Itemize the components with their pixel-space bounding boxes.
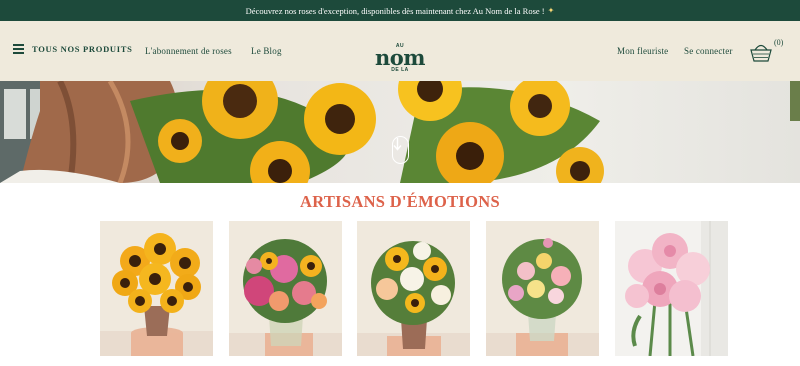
site-header: TOUS NOS PRODUITS L'abonnement de roses … <box>0 21 800 96</box>
nav-link-abonnement[interactable]: L'abonnement de roses <box>145 46 232 56</box>
hamburger-icon <box>13 44 24 54</box>
all-products-label: TOUS NOS PRODUITS <box>32 44 133 54</box>
product-image <box>486 221 599 356</box>
product-image <box>357 221 470 356</box>
announcement-text: Découvrez nos roses d'exception, disponi… <box>245 5 545 16</box>
hero-banner <box>0 81 800 183</box>
section-title: ARTISANS D'ÉMOTIONS <box>300 192 500 211</box>
arrow-down-icon <box>393 138 402 151</box>
nav-link-blog[interactable]: Le Blog <box>251 46 282 56</box>
product-card-pink-peony-bouquet[interactable] <box>615 221 728 356</box>
product-card-sunflower-white-rose-bouquet[interactable] <box>357 221 470 356</box>
announcement-bar: Découvrez nos roses d'exception, disponi… <box>0 0 800 21</box>
product-card-pastel-mixed-bouquet[interactable] <box>486 221 599 356</box>
sparkle-icon: ✦ <box>547 6 555 15</box>
logo-nom: nom <box>375 45 426 70</box>
nav-link-se-connecter[interactable]: Se connecter <box>684 46 733 56</box>
hero-sunflowers-image <box>0 81 800 183</box>
nav-link-mon-fleuriste[interactable]: Mon fleuriste <box>617 46 668 56</box>
scroll-down-button[interactable] <box>392 136 409 164</box>
product-image <box>100 221 213 356</box>
product-image <box>229 221 342 356</box>
cart-button[interactable]: (0) <box>749 38 789 66</box>
cart-count: (0) <box>774 38 784 47</box>
product-card-sunflower-bouquet[interactable] <box>100 221 213 356</box>
product-card-hydrangea-sunflower-bouquet[interactable] <box>229 221 342 356</box>
all-products-menu-button[interactable]: TOUS NOS PRODUITS <box>13 44 133 54</box>
product-image <box>615 221 728 356</box>
basket-icon <box>750 44 772 62</box>
